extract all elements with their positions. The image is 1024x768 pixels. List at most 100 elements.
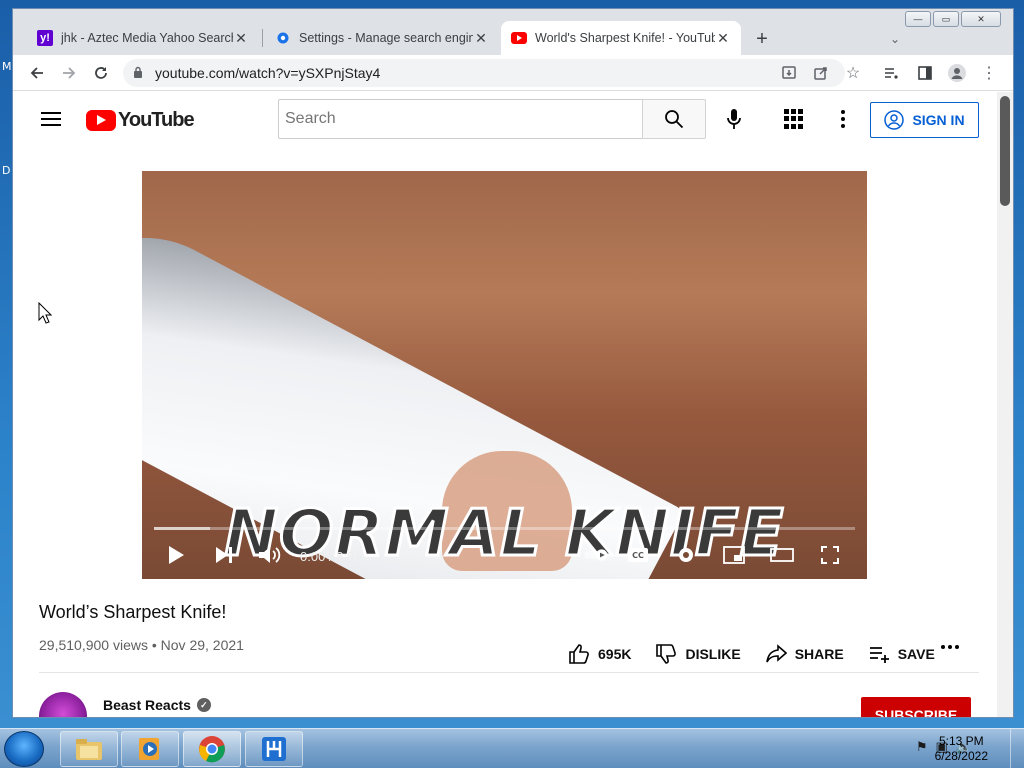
- miniplayer-icon[interactable]: [722, 543, 746, 567]
- browser-window: y! jhk - Aztec Media Yahoo Search R ✕ Se…: [12, 8, 1014, 718]
- search-input[interactable]: [278, 99, 642, 139]
- svg-text:CC: CC: [632, 551, 644, 560]
- video-title: World’s Sharpest Knife!: [39, 602, 227, 622]
- back-arrow-icon[interactable]: [25, 61, 49, 85]
- yahoo-icon: y!: [37, 30, 53, 46]
- share-button[interactable]: SHARE: [765, 643, 844, 665]
- dislike-button[interactable]: DISLIKE: [655, 643, 741, 665]
- address-bar[interactable]: youtube.com/watch?v=ySXPnjStay4: [123, 59, 845, 87]
- reading-list-icon[interactable]: [879, 61, 903, 85]
- tab-separator: [262, 29, 263, 47]
- scrollbar-thumb[interactable]: [1000, 96, 1010, 206]
- close-tab-icon[interactable]: ✕: [715, 30, 731, 47]
- channel-name[interactable]: Beast Reacts ✓: [103, 697, 211, 713]
- side-panel-icon[interactable]: [913, 61, 937, 85]
- tab-youtube-active[interactable]: World's Sharpest Knife! - YouTub ✕: [501, 21, 741, 55]
- microphone-icon[interactable]: [719, 104, 749, 134]
- volume-icon[interactable]: [258, 543, 282, 567]
- show-desktop-button[interactable]: [1010, 729, 1024, 768]
- forward-arrow-icon[interactable]: [57, 61, 81, 85]
- app-taskbar-icon[interactable]: [245, 731, 303, 767]
- autoplay-toggle-icon[interactable]: [584, 543, 608, 567]
- window-controls: — ▭ ✕: [905, 11, 1001, 27]
- dislike-label: DISLIKE: [685, 646, 741, 662]
- channel-name-text: Beast Reacts: [103, 697, 191, 713]
- settings-gear-icon[interactable]: [674, 543, 698, 567]
- explorer-taskbar-icon[interactable]: [60, 731, 118, 767]
- upload-date: Nov 29, 2021: [160, 637, 244, 653]
- youtube-icon: [511, 30, 527, 46]
- youtube-header: YouTube SIGN IN: [13, 92, 999, 148]
- like-count: 695K: [598, 646, 632, 662]
- apps-grid-icon[interactable]: [778, 104, 808, 134]
- clock-time: 5:13 PM: [938, 734, 984, 748]
- subscribe-button[interactable]: SUBSCRIBE: [861, 697, 971, 717]
- bookmark-star-icon[interactable]: ☆: [841, 61, 865, 85]
- settings-more-icon[interactable]: [828, 104, 858, 134]
- time-display: 0:00 / 8:01: [300, 549, 362, 564]
- start-orb-icon[interactable]: [4, 731, 44, 767]
- browser-toolbar: youtube.com/watch?v=ySXPnjStay4 ☆ ⋮: [13, 55, 1013, 91]
- next-track-icon[interactable]: [212, 543, 236, 567]
- share-label: SHARE: [794, 646, 844, 662]
- windows-taskbar: ⚑ ▣ 🔈 5:13 PM 6/28/2022: [0, 728, 1024, 768]
- sign-in-button[interactable]: SIGN IN: [870, 102, 979, 138]
- buffered-indicator: [154, 527, 211, 530]
- lock-icon[interactable]: [133, 66, 155, 81]
- desktop-icon-label: D: [2, 164, 11, 177]
- play-icon[interactable]: [164, 543, 188, 567]
- tab-title: jhk - Aztec Media Yahoo Search R: [61, 31, 233, 45]
- close-window-button[interactable]: ✕: [961, 11, 1001, 27]
- youtube-logo-text: YouTube: [118, 108, 195, 131]
- fullscreen-icon[interactable]: [818, 543, 842, 567]
- close-tab-icon[interactable]: ✕: [233, 30, 249, 47]
- hamburger-menu-icon[interactable]: [39, 108, 63, 132]
- install-app-icon[interactable]: [777, 61, 801, 85]
- tab-yahoo-search[interactable]: y! jhk - Aztec Media Yahoo Search R ✕: [27, 21, 259, 55]
- playlist-add-icon: [869, 647, 889, 663]
- like-button[interactable]: 695K: [568, 643, 631, 665]
- action-center-flag-icon[interactable]: ⚑: [916, 739, 928, 755]
- thumbs-up-icon: [569, 644, 589, 664]
- captions-icon[interactable]: CC: [626, 543, 650, 567]
- youtube-logo[interactable]: YouTube: [86, 108, 195, 132]
- page-scrollbar[interactable]: [997, 92, 1013, 717]
- close-tab-icon[interactable]: ✕: [473, 30, 489, 47]
- video-player[interactable]: NORMAL KNIFE 0:00 / 8:01 CC: [142, 171, 867, 579]
- tab-settings[interactable]: Settings - Manage search engine ✕: [265, 21, 499, 55]
- search-button[interactable]: [642, 99, 706, 139]
- share-page-icon[interactable]: [809, 61, 833, 85]
- more-actions-icon[interactable]: [941, 645, 959, 649]
- browser-menu-icon[interactable]: ⋮: [977, 61, 1001, 85]
- minimize-button[interactable]: —: [905, 11, 931, 27]
- media-player-taskbar-icon[interactable]: [121, 731, 179, 767]
- youtube-page: YouTube SIGN IN NORMAL KNIFE: [13, 92, 999, 717]
- account-icon: [884, 110, 905, 130]
- clock-date: 6/28/2022: [934, 749, 988, 763]
- verified-check-icon: ✓: [196, 698, 211, 712]
- thumbs-down-icon: [656, 644, 677, 664]
- section-divider: [39, 672, 979, 673]
- meta-separator: •: [151, 637, 161, 653]
- reload-icon[interactable]: [89, 61, 113, 85]
- theater-mode-icon[interactable]: [770, 543, 794, 567]
- channel-avatar[interactable]: [39, 692, 87, 717]
- progress-bar[interactable]: [154, 527, 855, 530]
- player-controls: 0:00 / 8:01 CC: [142, 537, 867, 573]
- save-label: SAVE: [897, 646, 935, 662]
- tab-search-chevron-icon[interactable]: ⌄: [883, 27, 907, 51]
- maximize-button[interactable]: ▭: [933, 11, 959, 27]
- taskbar-clock[interactable]: 5:13 PM 6/28/2022: [935, 734, 988, 764]
- chrome-taskbar-icon[interactable]: [183, 731, 241, 767]
- tab-title: World's Sharpest Knife! - YouTub: [535, 31, 715, 45]
- youtube-play-logo-icon: [86, 109, 116, 131]
- video-actions: 695K DISLIKE SHARE SAVE: [568, 636, 959, 672]
- save-button[interactable]: SAVE: [868, 643, 935, 665]
- tab-strip: y! jhk - Aztec Media Yahoo Search R ✕ Se…: [13, 9, 1013, 55]
- share-arrow-icon: [765, 644, 787, 663]
- url-text: youtube.com/watch?v=ySXPnjStay4: [155, 65, 381, 81]
- sign-in-label: SIGN IN: [912, 112, 965, 128]
- desktop-icon-label: M: [2, 60, 12, 73]
- profile-avatar-icon[interactable]: [945, 61, 969, 85]
- new-tab-button[interactable]: +: [750, 27, 774, 51]
